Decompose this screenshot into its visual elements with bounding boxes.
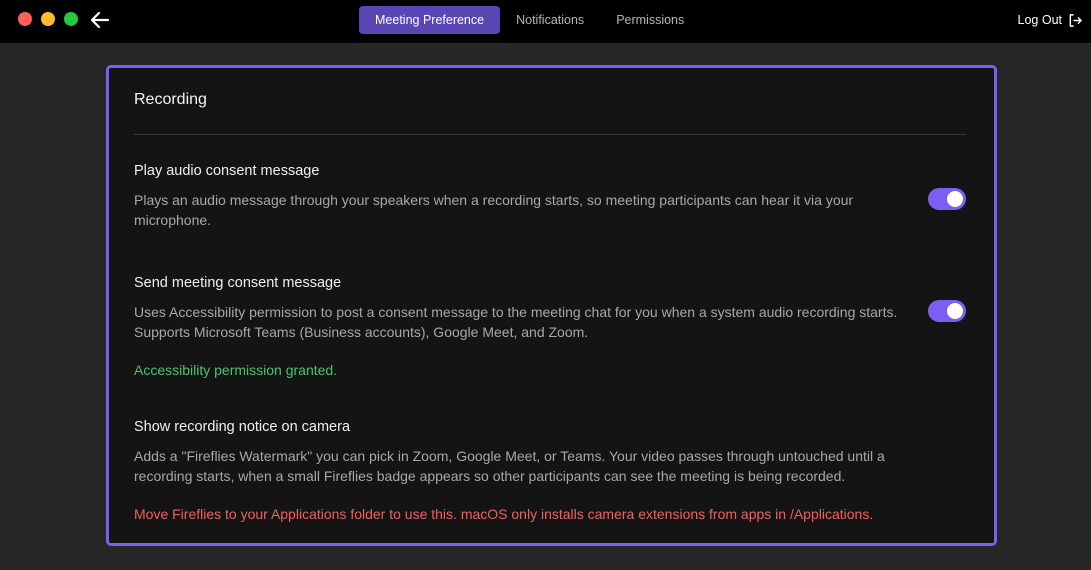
setting-title-audio-consent: Play audio consent message (134, 163, 320, 179)
logout-label: Log Out (1017, 13, 1062, 27)
panel-title: Recording (134, 91, 207, 108)
tab-permissions[interactable]: Permissions (600, 6, 700, 34)
setting-desc-meeting-consent: Uses Accessibility permission to post a … (134, 304, 898, 340)
setting-title-meeting-consent: Send meeting consent message (134, 275, 342, 291)
toggle-meeting-consent[interactable] (928, 300, 966, 322)
tab-meeting-preference[interactable]: Meeting Preference (359, 6, 501, 34)
toggle-knob (947, 191, 963, 207)
tab-notifications[interactable]: Notifications (500, 6, 600, 34)
setting-desc-audio-consent: Plays an audio message through your spea… (134, 192, 854, 228)
divider (134, 134, 966, 135)
window-minimize-button[interactable] (41, 12, 55, 26)
title-bar: Meeting Preference Notifications Permiss… (0, 0, 1091, 44)
accessibility-status: Accessibility permission granted. (134, 362, 338, 378)
logout-icon (1069, 13, 1082, 27)
setting-desc-camera-notice: Adds a "Fireflies Watermark" you can pic… (134, 448, 885, 484)
tab-bar: Meeting Preference Notifications Permiss… (359, 6, 700, 34)
setting-title-camera-notice: Show recording notice on camera (134, 419, 351, 435)
window-close-button[interactable] (18, 12, 32, 26)
back-arrow-icon[interactable] (89, 9, 111, 31)
toggle-knob (947, 303, 963, 319)
applications-folder-warning: Move Fireflies to your Applications fold… (134, 506, 874, 522)
logout-button[interactable]: Log Out (1018, 10, 1083, 30)
recording-settings-panel: Recording Play audio consent message Pla… (106, 65, 997, 546)
window-zoom-button[interactable] (64, 12, 78, 26)
toggle-audio-consent[interactable] (928, 188, 966, 210)
